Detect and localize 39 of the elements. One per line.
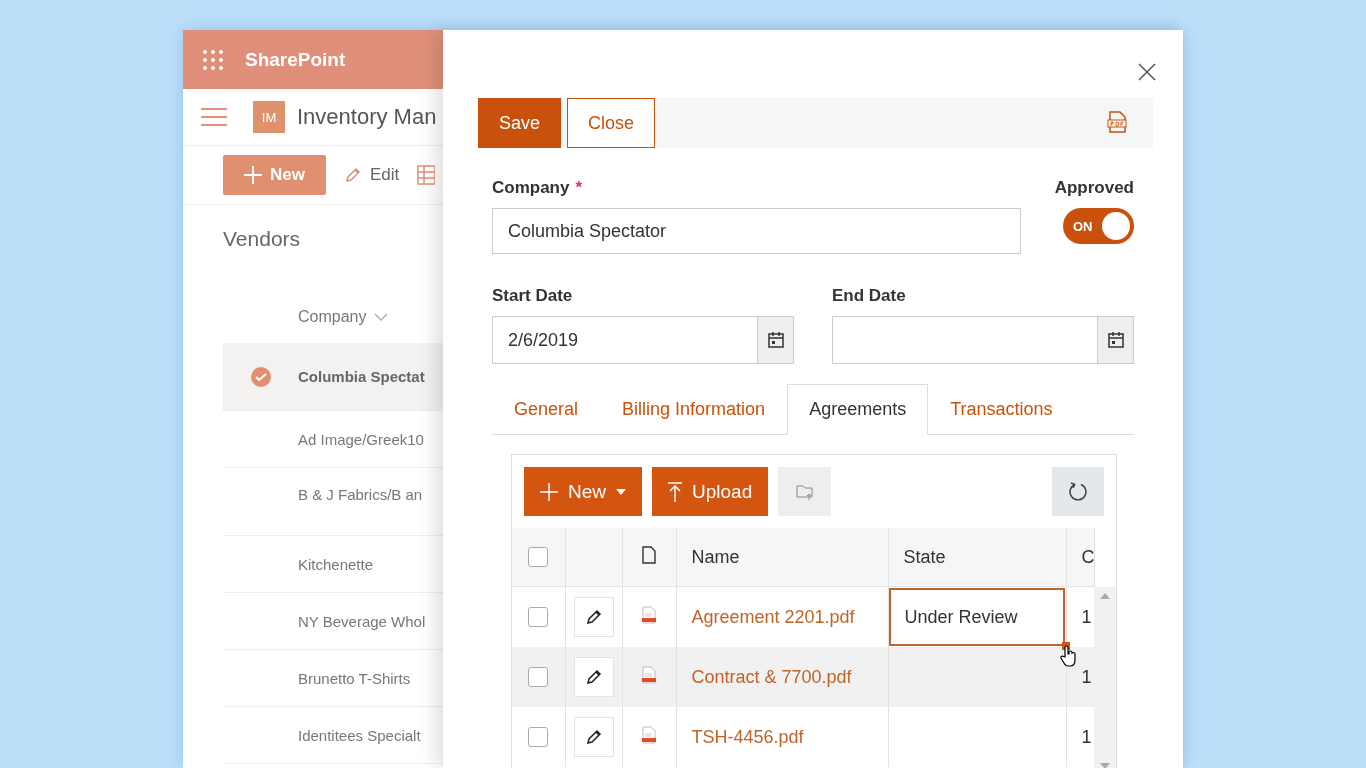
field-label: Company: [492, 178, 570, 197]
close-button[interactable]: Close: [567, 98, 656, 148]
company-name: Ad Image/Greek10: [298, 430, 424, 448]
company-field[interactable]: Columbia Spectator: [492, 208, 1021, 254]
company-name: Brunetto T-Shirts: [298, 669, 411, 687]
field-label: End Date: [832, 286, 907, 306]
tab[interactable]: General: [492, 384, 601, 435]
company-name: Identitees Specialt: [298, 726, 421, 744]
column-header[interactable]: C: [1081, 546, 1093, 567]
company-name: Columbia Spectat: [298, 368, 425, 385]
tab[interactable]: Billing Information: [600, 384, 788, 435]
tab[interactable]: Agreements: [787, 384, 929, 435]
table-cell: 1: [1081, 666, 1092, 687]
save-button[interactable]: Save: [478, 98, 562, 148]
file-link[interactable]: TSH-4456.pdf: [691, 726, 804, 747]
column-header[interactable]: State: [903, 546, 946, 567]
new-button[interactable]: New: [524, 467, 642, 516]
field-label: Approved: [1054, 178, 1134, 198]
approved-toggle[interactable]: ON: [1063, 208, 1134, 244]
upload-button[interactable]: Upload: [652, 467, 769, 516]
company-name: NY Beverage Whol: [298, 612, 426, 630]
date-field[interactable]: 2/6/2019: [492, 316, 757, 364]
company-name: Kitchenette: [298, 555, 374, 573]
table-cell: 1: [1081, 606, 1092, 627]
column-header[interactable]: Name: [691, 546, 740, 567]
column-header[interactable]: Company: [298, 308, 367, 326]
tab[interactable]: Transactions: [928, 384, 1075, 435]
company-name: B & J Fabrics/B an: [298, 486, 423, 503]
list-row[interactable]: Columbia Spectat: [223, 343, 443, 411]
new-button[interactable]: New: [223, 155, 326, 195]
list-title: Vendors: [222, 226, 302, 252]
app-name: SharePoint: [245, 48, 346, 71]
field-label: Start Date: [492, 286, 574, 306]
site-title: Inventory Man: [297, 104, 437, 130]
required-mark: *: [575, 178, 583, 197]
file-link[interactable]: Agreement 2201.pdf: [691, 606, 855, 627]
table-cell: 1: [1081, 726, 1092, 747]
edit-button[interactable]: Edit: [344, 165, 400, 185]
site-logo: IM: [253, 101, 285, 133]
